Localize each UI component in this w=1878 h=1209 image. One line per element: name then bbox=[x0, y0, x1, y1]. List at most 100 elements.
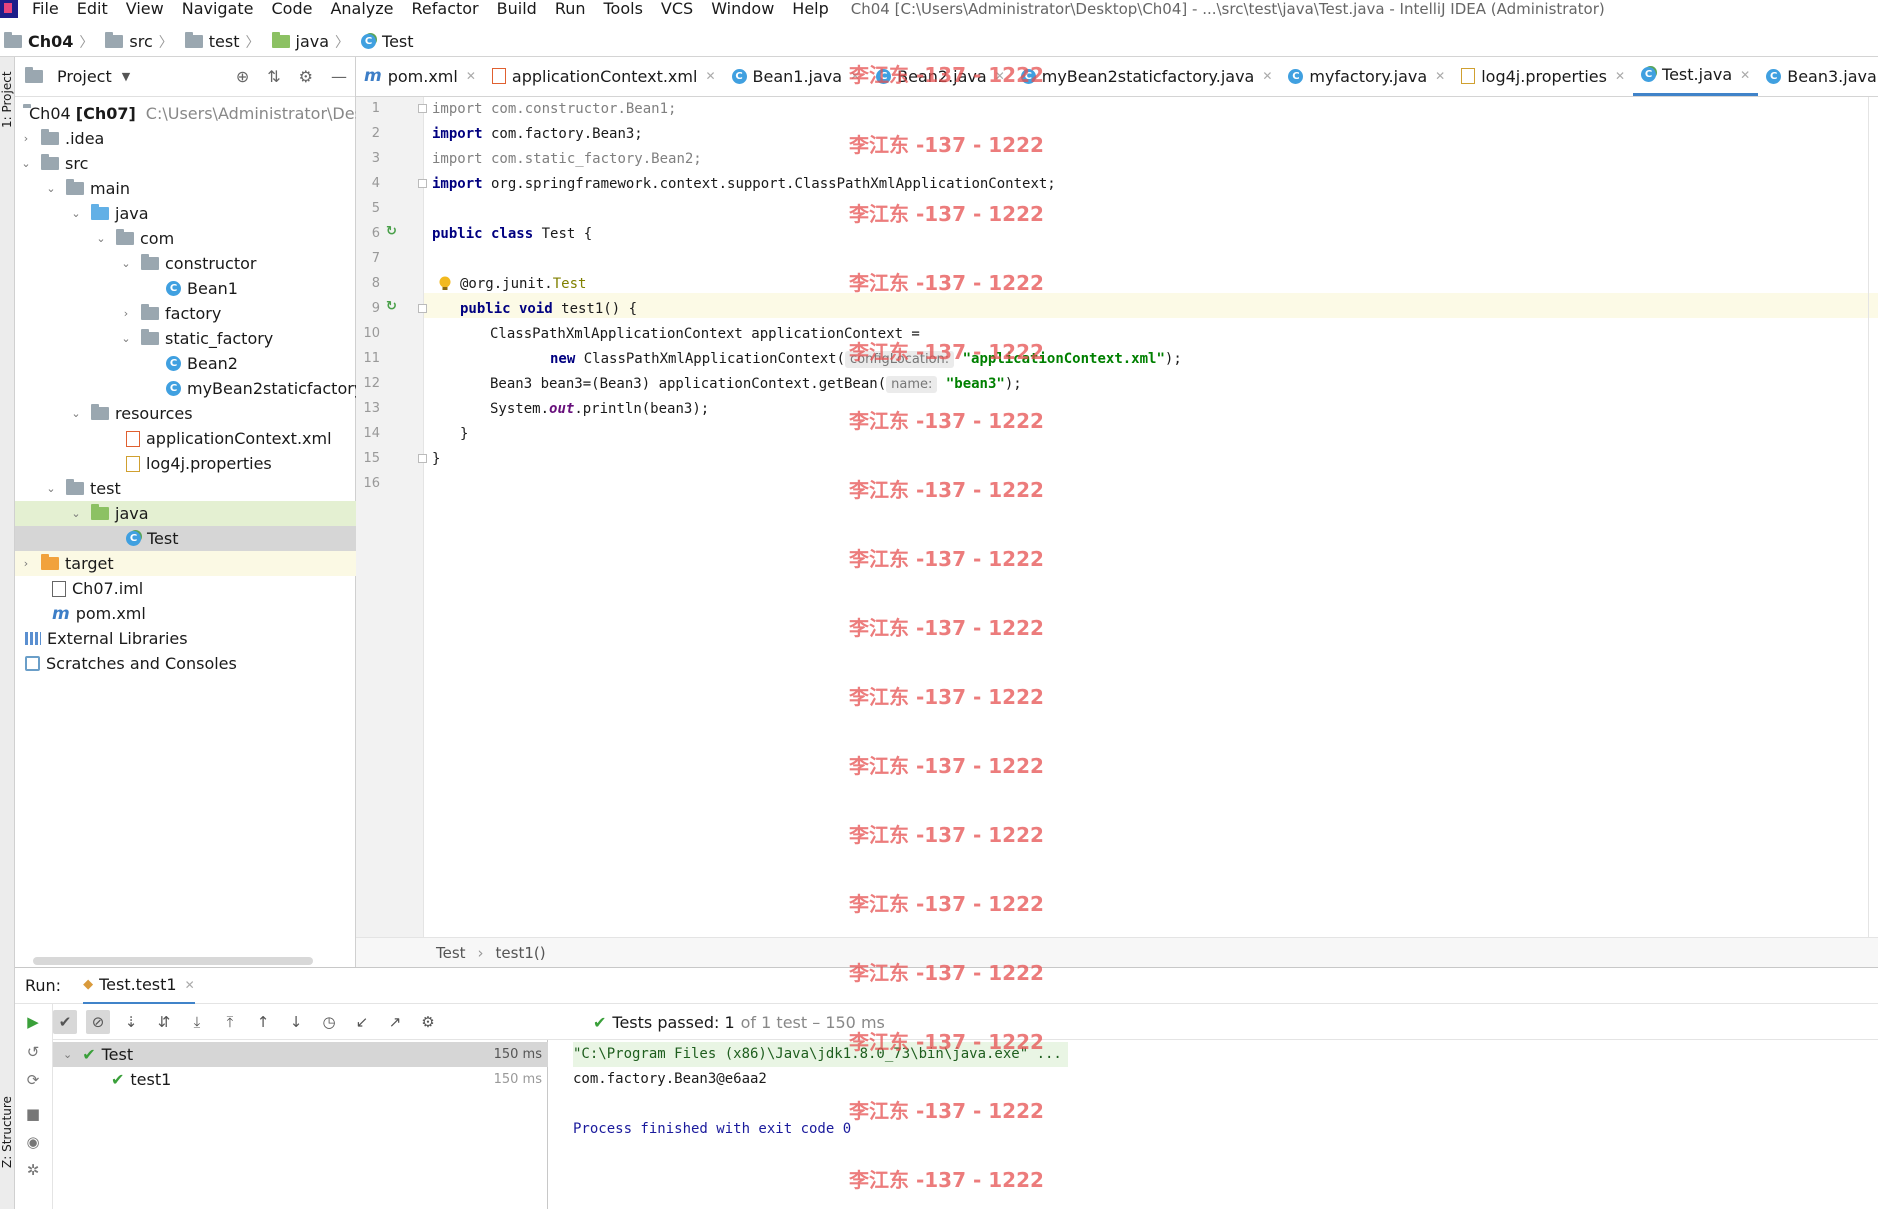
tab-application-context-xml[interactable]: applicationContext.xml ✕ bbox=[484, 56, 724, 96]
close-icon[interactable]: ✕ bbox=[995, 69, 1005, 83]
crumb-java[interactable]: java 〉 bbox=[271, 32, 356, 52]
test-row-test1[interactable]: ✔ test1 150 ms bbox=[53, 1067, 548, 1092]
tree-item-factory[interactable]: › factory bbox=[15, 301, 356, 326]
debug-icon[interactable]: ✲ bbox=[23, 1160, 43, 1180]
gear-icon[interactable]: ⚙ bbox=[416, 1010, 440, 1034]
menu-view[interactable]: View bbox=[126, 1, 164, 17]
export-tests-icon[interactable]: ↗ bbox=[383, 1010, 407, 1034]
console-output[interactable]: "C:\Program Files (x86)\Java\jdk1.8.0_73… bbox=[563, 1040, 1863, 1209]
menu-refactor[interactable]: Refactor bbox=[412, 1, 479, 17]
close-icon[interactable]: ✕ bbox=[1740, 68, 1750, 82]
tab-bean3-java[interactable]: C Bean3.java✕ bbox=[1758, 56, 1878, 96]
menu-help[interactable]: Help bbox=[792, 1, 828, 17]
camera-icon[interactable]: ◉ bbox=[23, 1132, 43, 1152]
close-icon[interactable]: ✕ bbox=[185, 978, 195, 992]
sort-alpha-icon[interactable]: ⇣ bbox=[119, 1010, 143, 1034]
tab-myfactory-java[interactable]: C myfactory.java ✕ bbox=[1280, 56, 1453, 96]
tree-item-src[interactable]: ⌄ src bbox=[15, 151, 356, 176]
show-ignored-icon[interactable]: ⊘ bbox=[86, 1009, 110, 1034]
sort-duration-icon[interactable]: ⇵ bbox=[152, 1010, 176, 1034]
tab-bean1-java[interactable]: C Bean1.java ✕ bbox=[724, 56, 869, 96]
tab-pom-xml[interactable]: m pom.xml ✕ bbox=[356, 56, 484, 96]
close-icon[interactable]: ✕ bbox=[705, 69, 715, 83]
tree-item-static-factory[interactable]: ⌄ static_factory bbox=[15, 326, 356, 351]
tree-item-main[interactable]: ⌄ main bbox=[15, 176, 356, 201]
tree-item-pom-xml[interactable]: m pom.xml bbox=[15, 601, 356, 626]
next-test-icon[interactable]: ↓ bbox=[284, 1010, 308, 1034]
menu-vcs[interactable]: VCS bbox=[661, 1, 693, 17]
test-row-test-class[interactable]: ⌄ ✔ Test 150 ms bbox=[53, 1042, 548, 1067]
close-icon[interactable]: ✕ bbox=[466, 69, 476, 83]
code-area[interactable]: import com.constructor.Bean1; import com… bbox=[424, 97, 1878, 937]
menu-code[interactable]: Code bbox=[272, 1, 313, 17]
collapse-all-icon[interactable]: ⇅ bbox=[267, 67, 280, 86]
tree-item-idea[interactable]: › .idea bbox=[15, 126, 356, 151]
close-icon[interactable]: ✕ bbox=[850, 69, 860, 83]
menu-edit[interactable]: Edit bbox=[77, 1, 108, 17]
chevron-down-icon[interactable]: ⌄ bbox=[69, 207, 83, 220]
collapse-all-icon[interactable]: ⤒ bbox=[218, 1010, 242, 1034]
crumb-src[interactable]: src 〉 bbox=[105, 32, 178, 52]
rerun-icon[interactable]: ▶ bbox=[23, 1012, 43, 1032]
chevron-down-icon[interactable]: ⌄ bbox=[119, 332, 133, 345]
chevron-down-icon[interactable]: ⌄ bbox=[69, 507, 83, 520]
chevron-down-icon[interactable]: ⌄ bbox=[119, 257, 133, 270]
tree-item-resources[interactable]: ⌄ resources bbox=[15, 401, 356, 426]
chevron-right-icon[interactable]: › bbox=[19, 132, 33, 145]
toggle-auto-test-icon[interactable]: ⟳ bbox=[23, 1070, 43, 1090]
tree-item-com[interactable]: ⌄ com bbox=[15, 226, 356, 251]
tree-item-constructor[interactable]: ⌄ constructor bbox=[15, 251, 356, 276]
close-icon[interactable]: ✕ bbox=[1435, 69, 1445, 83]
tree-item-application-context-xml[interactable]: applicationContext.xml bbox=[15, 426, 356, 451]
tree-item-test-class[interactable]: C Test bbox=[15, 526, 356, 551]
code-editor[interactable]: 1 2 3 4 5 6 7 8 9 10 11 12 13 14 15 16 ↻… bbox=[356, 97, 1878, 937]
expand-all-icon[interactable]: ⤓ bbox=[185, 1010, 209, 1034]
close-icon[interactable]: ✕ bbox=[1262, 69, 1272, 83]
tree-item-main-java[interactable]: ⌄ java bbox=[15, 201, 356, 226]
menu-run[interactable]: Run bbox=[555, 1, 586, 17]
chevron-down-icon[interactable]: ⌄ bbox=[19, 157, 33, 170]
tree-item-external-libraries[interactable]: External Libraries bbox=[15, 626, 356, 651]
tree-item-bean1[interactable]: C Bean1 bbox=[15, 276, 356, 301]
chevron-down-icon[interactable]: ⌄ bbox=[44, 182, 58, 195]
run-test-class-icon[interactable]: ↻ bbox=[386, 224, 400, 239]
menu-navigate[interactable]: Navigate bbox=[182, 1, 254, 17]
close-icon[interactable]: ✕ bbox=[1615, 69, 1625, 83]
crumb-class-test[interactable]: Test bbox=[436, 944, 466, 962]
tree-item-mybean2staticfactory[interactable]: C myBean2staticfactory bbox=[15, 376, 356, 401]
chevron-down-icon[interactable]: ▼ bbox=[122, 70, 130, 83]
tab-bean2-java[interactable]: C Bean2.java ✕ bbox=[868, 56, 1013, 96]
menu-file[interactable]: File bbox=[32, 1, 59, 17]
tree-item-test-java[interactable]: ⌄ java bbox=[15, 501, 356, 526]
tree-item-test[interactable]: ⌄ test bbox=[15, 476, 356, 501]
crumb-test-class[interactable]: C Test bbox=[361, 32, 414, 51]
structure-tool-tab[interactable]: Z: Structure bbox=[0, 1087, 15, 1177]
gear-icon[interactable]: ⚙ bbox=[299, 67, 313, 86]
chevron-right-icon[interactable]: › bbox=[19, 557, 33, 570]
crumb-test[interactable]: test 〉 bbox=[184, 32, 266, 52]
chevron-down-icon[interactable]: ⌄ bbox=[44, 482, 58, 495]
tab-log4j-properties[interactable]: log4j.properties ✕ bbox=[1453, 56, 1633, 96]
tree-item-log4j-properties[interactable]: log4j.properties bbox=[15, 451, 356, 476]
chevron-right-icon[interactable]: › bbox=[119, 307, 133, 320]
menu-build[interactable]: Build bbox=[497, 1, 537, 17]
project-tool-tab[interactable]: 1: Project bbox=[0, 65, 15, 135]
tree-item-project-root[interactable]: Ch04 [Ch07] C:\Users\Administrator\Desk bbox=[15, 101, 356, 126]
chevron-down-icon[interactable]: ⌄ bbox=[94, 232, 108, 245]
menu-window[interactable]: Window bbox=[711, 1, 774, 17]
import-tests-icon[interactable]: ↙ bbox=[350, 1010, 374, 1034]
locate-icon[interactable]: ⊕ bbox=[236, 67, 249, 86]
chevron-down-icon[interactable]: ⌄ bbox=[69, 407, 83, 420]
menu-analyze[interactable]: Analyze bbox=[330, 1, 393, 17]
rerun-failed-icon[interactable]: ↺ bbox=[23, 1042, 43, 1062]
tree-item-scratches[interactable]: Scratches and Consoles bbox=[15, 651, 356, 676]
previous-test-icon[interactable]: ↑ bbox=[251, 1010, 275, 1034]
menu-tools[interactable]: Tools bbox=[604, 1, 643, 17]
lightbulb-icon[interactable] bbox=[438, 276, 452, 292]
horizontal-scrollbar[interactable] bbox=[33, 957, 313, 965]
tree-item-bean2[interactable]: C Bean2 bbox=[15, 351, 356, 376]
tab-test-java[interactable]: C Test.java ✕ bbox=[1633, 56, 1759, 96]
crumb-project[interactable]: Ch04 〉 bbox=[4, 32, 99, 52]
test-history-icon[interactable]: ◷ bbox=[317, 1010, 341, 1034]
stop-icon[interactable]: ■ bbox=[23, 1104, 43, 1124]
